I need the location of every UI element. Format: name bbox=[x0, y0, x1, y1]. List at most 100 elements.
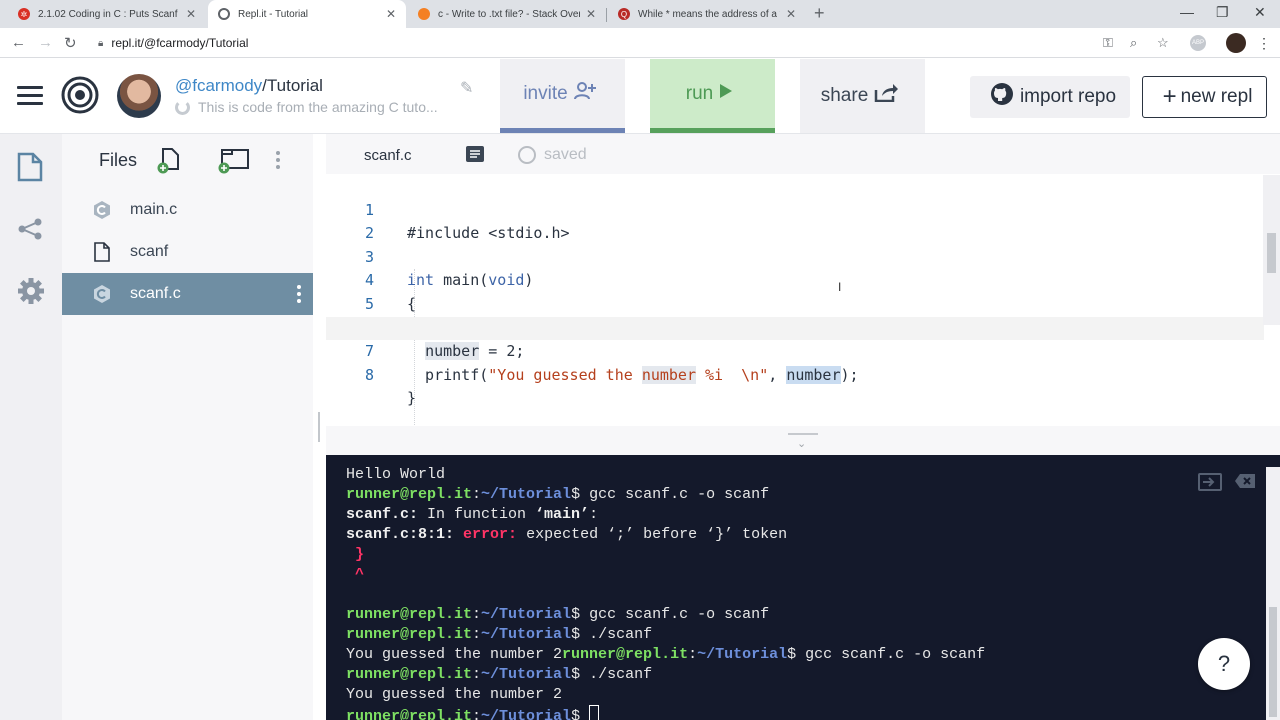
terminal-line: } bbox=[346, 545, 364, 565]
zoom-icon[interactable]: ⌕ bbox=[1130, 35, 1137, 51]
terminal-exit-icon[interactable] bbox=[1198, 473, 1222, 496]
new-tab-plus-icon[interactable]: + bbox=[814, 3, 825, 24]
tab-scanf-c[interactable]: scanf.c bbox=[364, 147, 412, 164]
repl-name: /Tutorial bbox=[262, 76, 323, 95]
terminal-text: $ gcc scanf.c -o scanf bbox=[571, 486, 770, 503]
file-item-scanf-c[interactable]: scanf.c bbox=[62, 273, 313, 315]
terminal-scrollbar[interactable] bbox=[1266, 467, 1280, 720]
terminal-line: runner@repl.it:~/Tutorial$ ./scanf bbox=[346, 625, 652, 645]
url-text: repl.it/@fcarmody/Tutorial bbox=[111, 36, 249, 50]
share-network-icon[interactable] bbox=[17, 218, 43, 245]
terminal-text: : bbox=[472, 606, 482, 623]
back-arrow-icon[interactable]: ← bbox=[11, 34, 26, 51]
terminal-text: $ ./scanf bbox=[571, 626, 653, 643]
profile-avatar[interactable] bbox=[1226, 33, 1246, 53]
import-repo-button[interactable]: import repo bbox=[970, 76, 1130, 118]
terminal-text: ‘main’ bbox=[535, 506, 590, 523]
forward-arrow-icon[interactable]: → bbox=[38, 34, 53, 51]
terminal-text: runner@repl.it bbox=[346, 486, 473, 503]
terminal-text: runner@repl.it bbox=[562, 646, 689, 663]
terminal-text: runner@repl.it bbox=[346, 666, 473, 683]
user-avatar[interactable] bbox=[117, 74, 161, 118]
repl-header: @fcarmody/Tutorial This is code from the… bbox=[0, 59, 1280, 134]
close-icon[interactable]: ✕ bbox=[386, 7, 396, 21]
terminal-text: $ bbox=[571, 708, 590, 720]
editor-terminal-splitter[interactable]: ⌄ bbox=[326, 426, 1280, 455]
url-bar[interactable]: 🔒︎ repl.it/@fcarmody/Tutorial bbox=[92, 32, 1122, 54]
add-file-icon[interactable] bbox=[157, 147, 181, 180]
browser-menu-icon[interactable]: ⋮ bbox=[1257, 35, 1271, 52]
drag-handle[interactable] bbox=[788, 433, 818, 435]
more-vertical-icon[interactable] bbox=[276, 151, 280, 174]
code-line: 3 int main(void) bbox=[326, 222, 1264, 290]
browser-tab[interactable]: ✲ 2.1.02 Coding in C : Puts Scanf Pr ✕ bbox=[8, 0, 206, 28]
terminal-text: ^ bbox=[346, 566, 365, 583]
share-icon bbox=[874, 84, 899, 108]
browser-tab[interactable]: Q While * means the address of a v ✕ bbox=[608, 0, 806, 28]
terminal-text: runner@repl.it bbox=[346, 606, 473, 623]
code-line: 8 } bbox=[326, 340, 1264, 408]
bookmark-star-icon[interactable]: ☆ bbox=[1157, 35, 1169, 51]
chevron-down-icon[interactable]: ⌄ bbox=[797, 437, 806, 450]
terminal-line: scanf.c: In function ‘main’: bbox=[346, 505, 598, 525]
hamburger-menu-icon[interactable] bbox=[17, 86, 43, 106]
address-bar-row: ← → ↻ 🔒︎ repl.it/@fcarmody/Tutorial ⚿ ⌕ … bbox=[0, 28, 1280, 58]
left-rail bbox=[0, 134, 62, 720]
terminal-line: You guessed the number 2 bbox=[346, 685, 562, 705]
terminal-console[interactable]: Hello World runner@repl.it:~/Tutorial$ gc… bbox=[326, 455, 1280, 720]
github-icon bbox=[990, 82, 1014, 112]
minimize-icon[interactable]: — bbox=[1180, 4, 1194, 20]
key-icon[interactable]: ⚿ bbox=[1103, 35, 1113, 51]
file-options-icon[interactable] bbox=[297, 285, 301, 306]
window-close-icon[interactable]: ✕ bbox=[1254, 4, 1266, 21]
close-icon[interactable]: ✕ bbox=[586, 7, 596, 21]
terminal-cursor bbox=[589, 705, 600, 720]
code-line: 4 { bbox=[326, 246, 1264, 313]
file-name: scanf bbox=[130, 243, 169, 260]
edit-pencil-icon[interactable]: ✎ bbox=[460, 78, 473, 98]
add-user-icon bbox=[573, 81, 596, 106]
editor-scrollbar[interactable] bbox=[1263, 175, 1280, 325]
scrollbar-thumb[interactable] bbox=[1269, 607, 1277, 717]
file-panel: Files main.c scanf scanf.c bbox=[62, 134, 313, 720]
close-icon[interactable]: ✕ bbox=[186, 7, 196, 21]
panel-resize-handle[interactable] bbox=[318, 412, 320, 442]
file-icon bbox=[92, 242, 112, 262]
share-button[interactable]: share bbox=[800, 59, 925, 133]
maximize-icon[interactable]: ❐ bbox=[1216, 4, 1229, 21]
invite-button[interactable]: invite bbox=[500, 59, 625, 133]
file-item-scanf[interactable]: scanf bbox=[62, 231, 313, 273]
terminal-text: error: bbox=[463, 526, 518, 543]
terminal-text: ~/Tutorial bbox=[481, 666, 572, 683]
repl-owner-link[interactable]: @fcarmody bbox=[175, 76, 262, 95]
history-clock-icon bbox=[518, 146, 536, 164]
code-editor[interactable]: 1 #include <stdio.h> 2 3 int main(void) … bbox=[326, 174, 1280, 433]
browser-tab[interactable]: c - Write to .txt file? - Stack Overfl ✕ bbox=[408, 0, 606, 28]
gear-favicon-icon: ✲ bbox=[18, 8, 30, 20]
terminal-text: : bbox=[472, 486, 482, 503]
help-button[interactable]: ? bbox=[1198, 638, 1250, 690]
new-repl-button[interactable]: + new repl bbox=[1142, 76, 1267, 118]
document-list-icon[interactable] bbox=[466, 146, 484, 167]
reload-icon[interactable]: ↻ bbox=[64, 34, 77, 52]
terminal-text: } bbox=[346, 546, 365, 563]
terminal-line: Hello World bbox=[346, 465, 445, 485]
replit-logo-icon[interactable] bbox=[61, 76, 99, 119]
terminal-text: scanf.c: bbox=[346, 506, 419, 523]
save-status: saved bbox=[518, 146, 587, 164]
run-button[interactable]: run bbox=[650, 59, 775, 133]
code-line-active: 7 printf("You guessed the number %i \n",… bbox=[326, 316, 1264, 384]
files-icon[interactable] bbox=[17, 152, 43, 187]
add-folder-icon[interactable] bbox=[216, 147, 250, 180]
file-item-main-c[interactable]: main.c bbox=[62, 189, 313, 231]
settings-gear-icon[interactable] bbox=[17, 277, 45, 310]
browser-tab-active[interactable]: Repl.it - Tutorial ✕ bbox=[208, 0, 406, 28]
editor-tab-bar: scanf.c saved bbox=[326, 134, 1280, 174]
scrollbar-thumb[interactable] bbox=[1267, 233, 1276, 273]
tab-divider bbox=[606, 8, 607, 22]
repl-description: This is code from the amazing C tuto... bbox=[175, 99, 438, 115]
close-icon[interactable]: ✕ bbox=[786, 7, 796, 21]
clear-terminal-icon[interactable] bbox=[1234, 473, 1256, 494]
terminal-text: ~/Tutorial bbox=[697, 646, 788, 663]
adblock-extension-icon[interactable]: ABP bbox=[1190, 35, 1206, 51]
